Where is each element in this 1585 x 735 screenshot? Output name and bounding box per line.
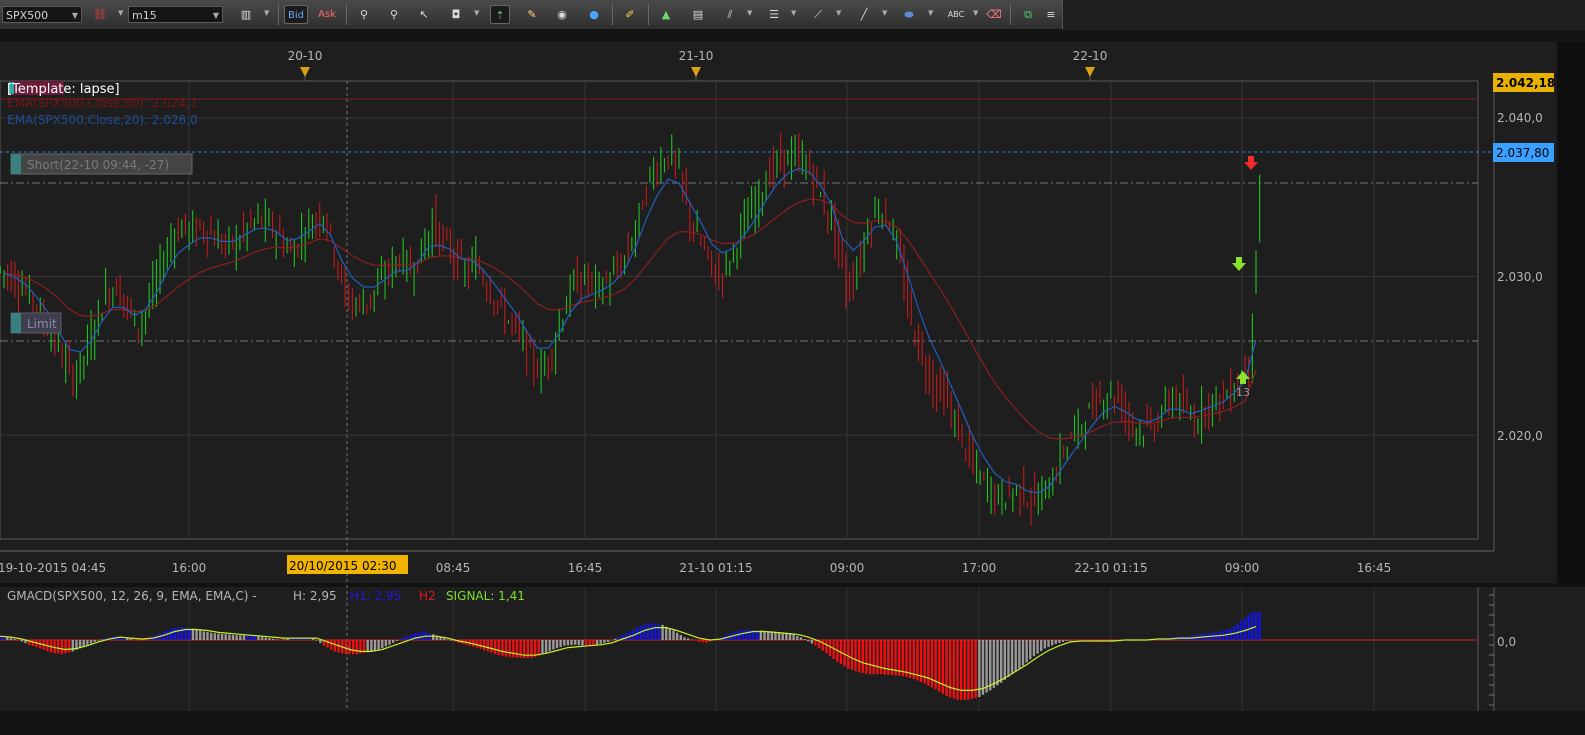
template-label: [Template: lapse] — [7, 82, 120, 97]
ema80-legend: EMA(SPX500,Close,80): 2.024,1 — [7, 96, 198, 110]
time-axis-label: 16:00 — [172, 561, 207, 575]
macd-h2-label: H2 — [419, 589, 436, 603]
price-axis-label: 2.040,0 — [1497, 111, 1543, 125]
indicator-panel — [0, 587, 1478, 711]
panel-splitter[interactable] — [0, 583, 1585, 587]
top-price-value: 2.042,18 — [1496, 76, 1555, 90]
date-marker-label: 22-10 — [1073, 49, 1108, 63]
time-axis-label: 22-10 01:15 — [1074, 561, 1147, 575]
macd-h1-value: H1: 2,95 — [350, 589, 401, 603]
ema20-legend: EMA(SPX500,Close,20): 2.026,0 — [7, 113, 198, 127]
time-axis-label: 09:00 — [830, 561, 865, 575]
status-strip — [0, 711, 1585, 735]
macd-title: GMACD(SPX500, 12, 26, 9, EMA, EMA,C) - — [7, 589, 257, 603]
macd-signal-value: SIGNAL: 1,41 — [446, 589, 525, 603]
main-plot-area — [0, 74, 1494, 551]
macd-zero-label: 0,0 — [1497, 635, 1516, 649]
time-axis-label: 09:00 — [1225, 561, 1260, 575]
right-margin — [1557, 42, 1585, 587]
short-order-handle[interactable] — [11, 154, 21, 174]
signal-count-label: 13 — [1236, 386, 1250, 399]
price-axis-label: 2.020,0 — [1497, 429, 1543, 443]
short-order-label: Short(22-10 09:44, -27) — [27, 158, 169, 172]
date-marker-label: 20-10 — [288, 49, 323, 63]
time-axis-label: 16:45 — [568, 561, 603, 575]
time-axis-label: 16:45 — [1357, 561, 1392, 575]
macd-axis-ticks — [1489, 594, 1494, 706]
current-price-value: 2.037,80 — [1496, 146, 1549, 160]
crosshair-time-value: 20/10/2015 02:30 — [289, 559, 397, 573]
price-chart[interactable]: 20-10 21-10 22-10 [Template: lapse] EMA(… — [0, 0, 1585, 735]
time-axis-label: 08:45 — [436, 561, 471, 575]
date-marker-label: 21-10 — [679, 49, 714, 63]
limit-order-label: Limit — [27, 317, 57, 331]
date-marker-strip — [0, 42, 1585, 74]
macd-h-value: H: 2,95 — [293, 589, 337, 603]
price-axis-label: 2.030,0 — [1497, 270, 1543, 284]
time-axis-label: 21-10 01:15 — [679, 561, 752, 575]
time-axis-label: 17:00 — [962, 561, 997, 575]
time-axis-label: 19-10-2015 04:45 — [0, 561, 106, 575]
limit-order-handle[interactable] — [11, 313, 21, 333]
